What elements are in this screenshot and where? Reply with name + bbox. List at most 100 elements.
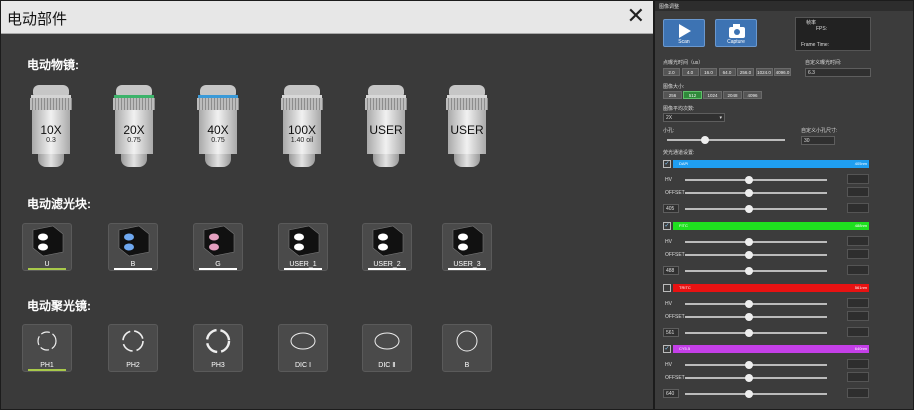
channel-wavelength: 561nm [854,285,867,290]
channel-offset-slider-thumb[interactable] [744,313,753,321]
laser-select[interactable]: 488 [663,266,679,275]
dwell-option-button[interactable]: 256.0 [737,68,754,76]
objective-6[interactable]: USER [442,85,492,175]
channel-offset-label: OFFSET [665,314,685,320]
channel-offset-slider-track [685,316,827,318]
dwell-option-button[interactable]: 16.0 [700,68,717,76]
frame-time-label: Frame Time: [801,42,830,48]
channel-hv-slider-track [685,364,827,366]
dwell-option-button[interactable]: 2.0 [663,68,680,76]
channel-name: TRITC [679,285,691,290]
channel-power-value-box[interactable] [847,388,869,398]
channel-hv-slider-track [685,303,827,305]
condenser-6[interactable]: B [442,324,492,372]
channel-offset-value-box[interactable] [847,249,869,259]
scan-button[interactable]: Scan [663,19,705,47]
dwell-option-button[interactable]: 64.0 [718,68,736,76]
objective-cap [33,85,69,95]
objective-tip [121,154,147,167]
filter-cube-4[interactable]: USER_1 [278,223,328,271]
channel-power-value-box[interactable] [847,327,869,337]
condenser-2[interactable]: PH2 [108,324,158,372]
objective-magnification: 100X [287,123,317,137]
channel-offset-slider-thumb[interactable] [744,189,753,197]
filter-cube-underline [368,268,406,270]
pinhole-label: 小孔: [663,128,675,134]
objective-magnification: 40X [207,123,229,137]
custom-dwell-input[interactable]: 6.3 [805,68,871,77]
channel-power-slider-thumb[interactable] [744,267,753,275]
channel-power-slider-thumb[interactable] [744,329,753,337]
filter-cube-icon [288,225,320,257]
channel-power-slider-thumb[interactable] [744,390,753,398]
channel-checkbox[interactable] [663,284,671,292]
filter-cube-label: USER_2 [373,261,401,268]
channel-checkbox[interactable]: ✓ [663,222,671,230]
condenser-4[interactable]: DIC Ⅰ [278,324,328,372]
objective-cap [368,85,404,95]
channel-offset-label: OFFSET [665,375,685,381]
laser-select[interactable]: 561 [663,328,679,337]
laser-select[interactable]: 640 [663,389,679,398]
dwell-option-button[interactable]: 4096.0 [774,68,791,76]
channel-offset-slider-thumb[interactable] [744,251,753,259]
channel-power-value-box[interactable] [847,265,869,275]
condenser-5[interactable]: DIC Ⅱ [362,324,412,372]
condenser-icon [37,331,57,351]
pinhole-slider-thumb[interactable] [701,136,709,144]
channel-checkbox[interactable]: ✓ [663,345,671,353]
channel-offset-value-box[interactable] [847,372,869,382]
capture-button[interactable]: Capture [715,19,757,47]
averaging-select[interactable]: 2X ▾ [663,113,725,122]
objective-5[interactable]: USER [361,85,411,175]
image-size-button[interactable]: 512 [683,91,702,99]
filter-cube-icon [32,225,64,257]
condenser-3[interactable]: PH3 [193,324,243,372]
channel-offset-value-box[interactable] [847,187,869,197]
filter-cube-1[interactable]: U [22,223,72,271]
condenser-1[interactable]: PH1 [22,324,72,372]
laser-select[interactable]: 405 [663,204,679,213]
channel-offset-value-box[interactable] [847,311,869,321]
filter-cube-2[interactable]: B [108,223,158,271]
objective-na: 0.3 [46,137,56,144]
filter-cube-icon [203,225,235,257]
filter-cube-6[interactable]: USER_3 [442,223,492,271]
filter-cube-3[interactable]: G [193,223,243,271]
objective-1[interactable]: 10X 0.3 [26,85,76,175]
image-size-button[interactable]: 2048 [723,91,742,99]
channel-power-slider-track [685,270,827,272]
channel-hv-value-box[interactable] [847,298,869,308]
image-size-label: 图像大小: [663,84,685,90]
channel-hv-value-box[interactable] [847,174,869,184]
objective-knurl [446,98,488,110]
dwell-option-button[interactable]: 1024.0 [755,68,773,76]
objective-magnification: USER [369,123,403,137]
channel-power-slider-thumb[interactable] [744,205,753,213]
channel-offset-slider-track [685,254,827,256]
filter-cube-5[interactable]: USER_2 [362,223,412,271]
channel-hv-slider-thumb[interactable] [744,361,753,369]
dwell-option-button[interactable]: 4.0 [681,68,699,76]
channel-hv-slider-thumb[interactable] [744,238,753,246]
image-size-button[interactable]: 1024 [703,91,722,99]
image-size-button[interactable]: 256 [663,91,682,99]
close-icon[interactable]: ✕ [627,4,645,28]
objective-3[interactable]: 40X 0.75 [193,85,243,175]
channel-hv-slider-thumb[interactable] [744,176,753,184]
image-size-button[interactable]: 4096 [743,91,762,99]
channel-power-value-box[interactable] [847,203,869,213]
objective-2[interactable]: 20X 0.75 [109,85,159,175]
filter-cube-underline [448,268,486,270]
objective-4[interactable]: 100X 1.40 oil [277,85,327,175]
channel-checkbox[interactable]: ✓ [663,160,671,168]
channel-hv-value-box[interactable] [847,359,869,369]
pixel-dwell-label: 点曝光时间（us） [663,60,704,66]
channel-hv-slider-thumb[interactable] [744,300,753,308]
custom-pinhole-input[interactable]: 30 [801,136,835,145]
image-adjust-panel: 图像调整 Scan Capture 帧率 FPS: Frame Time: 点曝… [654,0,914,410]
objective-tip [454,154,480,167]
channel-hv-value-box[interactable] [847,236,869,246]
filter-cube-label: USER_3 [453,261,481,268]
channel-offset-slider-thumb[interactable] [744,374,753,382]
